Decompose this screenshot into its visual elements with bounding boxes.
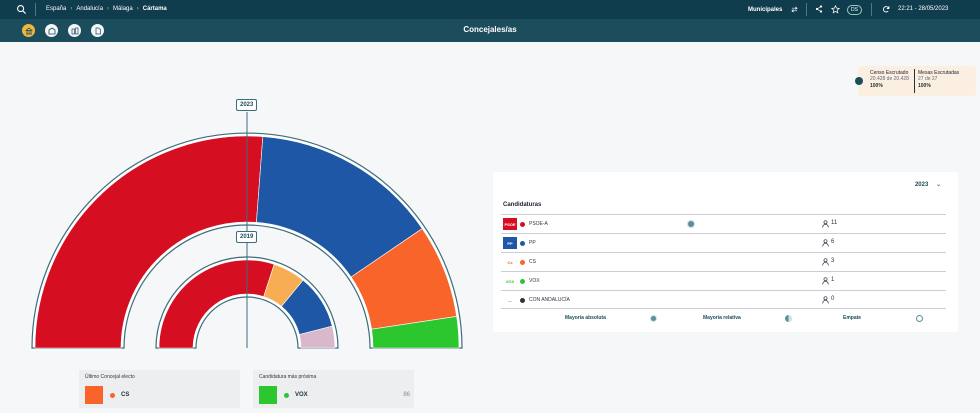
majority-legend: Mayoría absoluta Mayoría relativa Empate [493, 312, 958, 326]
datetime: 22:21 - 28/05/2023 [898, 6, 949, 12]
breadcrumb-current: Cártama [142, 6, 167, 12]
party-logo: VOX [503, 275, 517, 287]
closest-candidate-card: Candidatura más próxima VOX 86 [253, 370, 414, 408]
chevron-down-icon: ⌄ [935, 182, 941, 188]
party-swatch [85, 386, 103, 404]
person-icon [822, 220, 829, 228]
year-select[interactable]: 2023 ⌄ [915, 181, 941, 188]
party-name: PP [529, 240, 536, 246]
candidates-header: Candidaturas [503, 202, 542, 208]
empate-label: Empate [843, 315, 862, 321]
card-title: Candidatura más próxima [259, 374, 317, 380]
mayoria-absoluta-label: Mayoría absoluta [565, 315, 606, 321]
seat-count: 6 [831, 239, 835, 245]
chevron-right-icon: › [70, 6, 73, 12]
seat-count: 0 [831, 296, 835, 302]
candidate-row[interactable]: Cs CS 3 [501, 252, 946, 271]
election-selector[interactable]: Municipales [748, 0, 799, 19]
chevron-right-icon: › [136, 6, 139, 12]
year-select-value: 2023 [914, 182, 929, 188]
year-tag-2023[interactable]: 2023 [236, 99, 258, 111]
candidates-panel: 2023 ⌄ Candidaturas PSOE PSOE-A 11 PP PP 6 Cs C… [493, 172, 958, 332]
votes-gap: 86 [403, 392, 410, 398]
party-dot [110, 393, 115, 398]
breadcrumb-item[interactable]: Andalucía [76, 6, 103, 12]
person-icon [822, 239, 829, 247]
divider [914, 69, 915, 93]
half-pin-icon [785, 315, 792, 322]
party-name: CS [121, 392, 130, 398]
page-title: Concejales/as [463, 25, 517, 34]
party-logo: PP [503, 237, 517, 249]
majority-pin-icon [687, 220, 695, 228]
star-icon[interactable] [831, 5, 840, 14]
party-dot [284, 393, 289, 398]
party-dot [520, 279, 525, 284]
party-swatch [259, 386, 277, 404]
refresh-icon[interactable] [882, 5, 890, 13]
round-badge: DS [847, 4, 862, 15]
candidate-row[interactable]: PSOE PSOE-A 11 [501, 214, 946, 233]
search-icon[interactable] [16, 4, 27, 15]
divider [871, 3, 872, 16]
candidate-row[interactable]: PP PP 6 [501, 233, 946, 252]
divider [806, 3, 807, 16]
year-tag-2019[interactable]: 2019 [236, 231, 258, 243]
breadcrumb-item[interactable]: Málaga [113, 6, 133, 12]
person-icon [822, 258, 829, 266]
top-bar: España › Andalucía › Málaga › Cártama Mu… [0, 0, 980, 19]
chevron-right-icon: › [107, 6, 110, 12]
section-bar: Concejales/as [0, 19, 980, 42]
party-name: VOX [529, 278, 540, 284]
election-type: Municipales [748, 6, 783, 13]
party-dot [520, 260, 525, 265]
chevron-left-icon[interactable] [855, 77, 863, 85]
hemicycle-chart [31, 112, 463, 349]
censo-count: 20.428 de 20.428 [870, 76, 909, 82]
candidate-row[interactable]: — CON ANDALUCÍA 0 [501, 290, 946, 309]
breadcrumb-item[interactable]: España [46, 6, 66, 12]
pin-icon [650, 315, 657, 322]
tie-icon [916, 315, 923, 322]
seat-count: 3 [831, 258, 835, 264]
round-toggle[interactable]: DS [847, 0, 862, 19]
candidate-row[interactable]: VOX VOX 1 [501, 271, 946, 290]
swap-icon [791, 6, 799, 13]
person-icon [822, 277, 829, 285]
last-elected-card: Último Concejal electo CS [79, 370, 240, 408]
candidates-list: PSOE PSOE-A 11 PP PP 6 Cs CS 3 VOX VOX 1 — CON ANDALU… [501, 214, 946, 309]
party-logo: — [503, 294, 517, 306]
party-name: PSOE-A [529, 221, 548, 227]
party-dot [520, 241, 525, 246]
hemicycle-segment-psoe-a[interactable] [34, 135, 264, 349]
divider [35, 3, 36, 16]
card-title: Último Concejal electo [85, 374, 135, 380]
breadcrumb: España › Andalucía › Málaga › Cártama [46, 6, 167, 12]
census-panel: Censo Escrutado 20.428 de 20.428 100% Me… [855, 66, 976, 96]
party-dot [520, 222, 525, 227]
person-icon [822, 296, 829, 304]
party-name: CON ANDALUCÍA [529, 297, 570, 303]
party-dot [520, 298, 525, 303]
party-name: VOX [295, 392, 308, 398]
censo-percent: 100% [870, 83, 883, 89]
party-name: CS [529, 259, 536, 265]
mayoria-relativa-label: Mayoría relativa [703, 315, 741, 321]
seat-count: 11 [831, 220, 838, 226]
seat-count: 1 [831, 277, 835, 283]
party-logo: Cs [503, 256, 517, 268]
share-icon[interactable] [815, 5, 823, 13]
party-logo: PSOE [503, 218, 517, 230]
mesas-percent: 100% [918, 83, 931, 89]
mesas-count: 27 de 27 [918, 76, 938, 82]
